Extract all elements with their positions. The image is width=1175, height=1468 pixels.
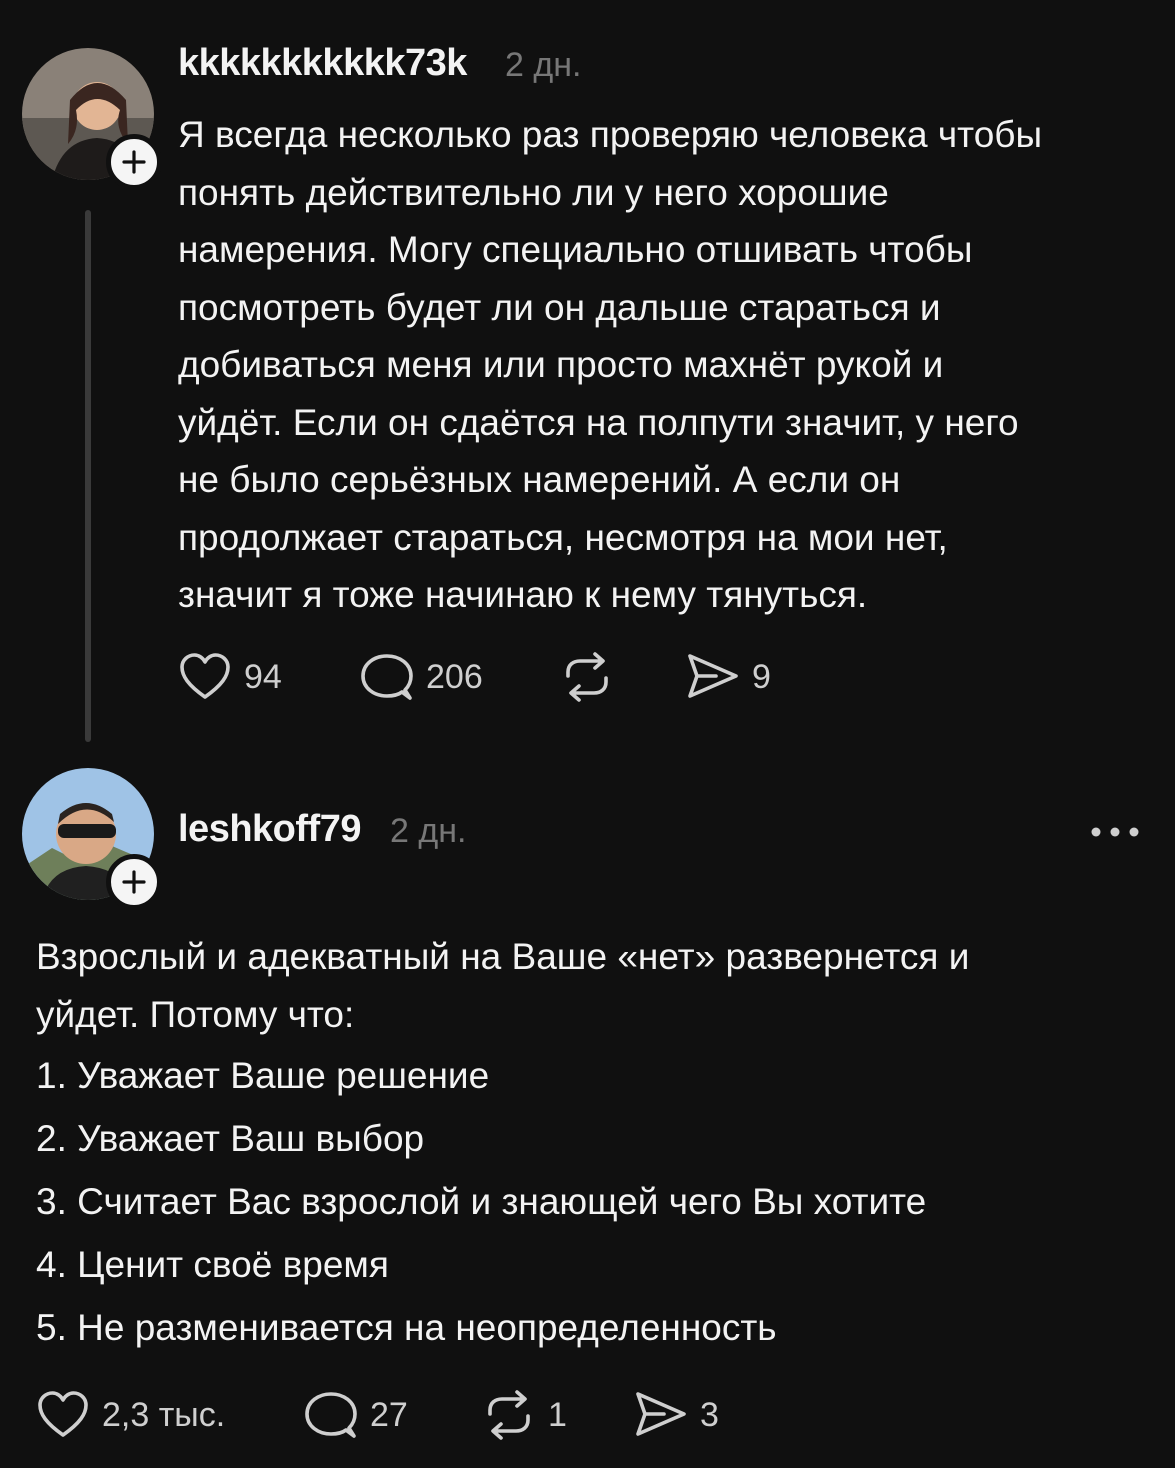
- post-body: Я всегда несколько раз проверяю человека…: [178, 106, 1042, 624]
- avatar-leshkoff79[interactable]: [22, 768, 162, 910]
- more-dots-icon[interactable]: [1090, 822, 1140, 842]
- repost-count: 1: [548, 1395, 567, 1434]
- plus-icon: [122, 870, 146, 894]
- repost-icon: [566, 652, 608, 702]
- post-time: 2 дн.: [390, 812, 467, 850]
- post-text-line: значит я тоже начинаю к нему тянуться.: [178, 574, 868, 615]
- post-text-line: Взрослый и адекватный на Ваше «нет» разв…: [36, 936, 970, 977]
- send-icon: [688, 654, 738, 698]
- comment-bubble-icon: [305, 1392, 357, 1438]
- follow-button[interactable]: [106, 134, 162, 190]
- list-item: 2. Уважает Ваш выбор: [36, 1118, 425, 1159]
- thread-connector: [85, 210, 91, 742]
- list-item: 3. Считает Вас взрослой и знающей чего В…: [36, 1181, 927, 1222]
- post-text-line: посмотреть будет ли он дальше стараться …: [178, 286, 941, 328]
- comment-count: 27: [370, 1395, 408, 1434]
- threads-feed: kkkkkkkkkkk73k 2 дн. Я всегда несколько …: [0, 0, 1175, 1468]
- share-button[interactable]: 9: [686, 652, 771, 702]
- post-list: 1. Уважает Ваше решение 2. Уважает Ваш в…: [36, 1055, 926, 1370]
- heart-icon: [180, 653, 230, 699]
- repost-button[interactable]: [560, 652, 614, 702]
- avatar-kkkkkkkkkkk73k[interactable]: [22, 48, 162, 190]
- like-count: 94: [244, 657, 282, 696]
- post-text-line: понять действительно ли у него хорошие: [178, 171, 889, 213]
- comment-button[interactable]: 206: [360, 652, 483, 702]
- comment-bubble-icon: [361, 654, 413, 700]
- post-text-line: уйдёт. Если он сдаётся на полпути значит…: [178, 401, 1019, 443]
- post-text-line: Я всегда несколько раз проверяю человека…: [178, 114, 1043, 155]
- share-count: 9: [752, 657, 771, 696]
- plus-icon: [122, 150, 146, 174]
- send-icon: [636, 1392, 686, 1436]
- repost-button[interactable]: 1: [482, 1390, 567, 1440]
- heart-icon: [38, 1391, 88, 1437]
- like-count: 2,3 тыс.: [102, 1395, 226, 1434]
- like-button[interactable]: 94: [178, 652, 282, 702]
- post-text-line: продолжает стараться, несмотря на мои не…: [178, 516, 948, 558]
- comment-count: 206: [426, 657, 483, 696]
- follow-button[interactable]: [106, 854, 162, 910]
- list-item: 4. Ценит своё время: [36, 1244, 389, 1285]
- username[interactable]: kkkkkkkkkkk73k: [178, 42, 467, 85]
- post-time: 2 дн.: [505, 46, 582, 84]
- username[interactable]: leshkoff79: [178, 808, 361, 851]
- repost-icon: [488, 1390, 530, 1440]
- post-text-line: не было серьёзных намерений. А если он: [178, 459, 901, 500]
- post-text-line: намерения. Могу специально отшивать чтоб…: [178, 229, 973, 270]
- post-body: Взрослый и адекватный на Ваше «нет» разв…: [36, 928, 969, 1043]
- share-button[interactable]: 3: [634, 1390, 719, 1440]
- list-item: 5. Не разменивается на неопределенность: [36, 1307, 777, 1348]
- like-button[interactable]: 2,3 тыс.: [36, 1390, 225, 1440]
- post-text-line: уйдет. Потому что:: [36, 993, 355, 1035]
- post-text-line: добиваться меня или просто махнёт рукой …: [178, 344, 944, 385]
- list-item: 1. Уважает Ваше решение: [36, 1055, 490, 1096]
- comment-button[interactable]: 27: [304, 1390, 408, 1440]
- share-count: 3: [700, 1395, 719, 1434]
